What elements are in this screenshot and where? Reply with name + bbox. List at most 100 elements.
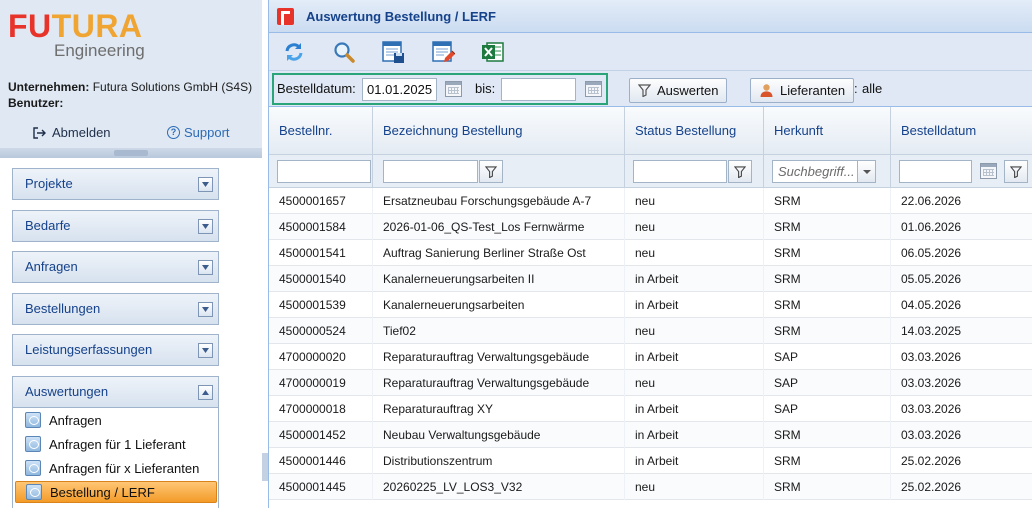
splitter-grip[interactable] bbox=[114, 150, 148, 156]
calendar-icon[interactable] bbox=[445, 81, 462, 97]
order-number-cell: 4500001657 bbox=[269, 188, 373, 214]
table-row[interactable]: 4500001445 20260225_LV_LOS3_V32 neu SRM 25.0… bbox=[269, 474, 1032, 500]
save-layout-button[interactable] bbox=[379, 38, 407, 66]
collapse-icon[interactable] bbox=[198, 385, 213, 400]
table-row[interactable]: 4500001584 2026-01-06_QS-Test_Los Fernwär… bbox=[269, 214, 1032, 240]
toolbar bbox=[269, 33, 1032, 71]
nav-section-leistungserfassungen[interactable]: Leistungserfassungen bbox=[12, 334, 219, 366]
description-cell: Auftrag Sanierung Berliner Straße Ost bbox=[373, 240, 625, 266]
expand-icon[interactable] bbox=[198, 219, 213, 234]
status-cell: neu bbox=[625, 370, 764, 396]
date-to-input[interactable] bbox=[501, 78, 576, 101]
column-header-order-number[interactable]: Bestellnr. bbox=[269, 107, 373, 155]
origin-filter-select[interactable]: Suchbegriff... bbox=[772, 160, 876, 183]
company-info: Unternehmen: Futura Solutions GmbH (S4S) bbox=[8, 80, 252, 94]
table-row[interactable]: 4700000019 Reparaturauftrag Verwaltungsge… bbox=[269, 370, 1032, 396]
nav-section-auswertungen[interactable]: Auswertungen bbox=[12, 376, 219, 408]
table-row[interactable]: 4700000020 Reparaturauftrag Verwaltungsge… bbox=[269, 344, 1032, 370]
order-date-cell: 03.03.2026 bbox=[891, 422, 1032, 448]
suppliers-label: Lieferanten bbox=[780, 83, 846, 98]
table-row[interactable]: 4500000524 Tief02 neu SRM 14.03.2025 bbox=[269, 318, 1032, 344]
status-cell: neu bbox=[625, 188, 764, 214]
edit-layout-button[interactable] bbox=[429, 38, 457, 66]
table-row[interactable]: 4500001657 Ersatzneubau Forschungsgebäude… bbox=[269, 188, 1032, 214]
nav-item-bestellung-lerf[interactable]: Bestellung / LERF bbox=[15, 481, 217, 503]
origin-filter-placeholder: Suchbegriff... bbox=[778, 164, 855, 179]
nav-section-anfragen[interactable]: Anfragen bbox=[12, 251, 219, 283]
origin-cell: SRM bbox=[764, 214, 891, 240]
suppliers-separator: : bbox=[854, 81, 858, 96]
nav-section-label: Auswertungen bbox=[25, 384, 109, 399]
table-row[interactable]: 4500001446 Distributionszentrum in Arbeit S… bbox=[269, 448, 1032, 474]
column-header-status[interactable]: Status Bestellung bbox=[625, 107, 764, 155]
description-cell: 20260225_LV_LOS3_V32 bbox=[373, 474, 625, 500]
auswertungen-items: Anfragen Anfragen für 1 Lieferant Anfrag… bbox=[12, 408, 219, 508]
status-cell: in Arbeit bbox=[625, 266, 764, 292]
column-header-description[interactable]: Bezeichnung Bestellung bbox=[373, 107, 625, 155]
table-row[interactable]: 4500001541 Auftrag Sanierung Berliner Str… bbox=[269, 240, 1032, 266]
evaluate-button[interactable]: Auswerten bbox=[629, 78, 728, 103]
order-number-cell: 4500001541 bbox=[269, 240, 373, 266]
description-cell: Tief02 bbox=[373, 318, 625, 344]
nav-section-label: Bestellungen bbox=[25, 301, 101, 316]
refresh-button[interactable] bbox=[280, 38, 308, 66]
logout-icon bbox=[33, 126, 46, 139]
nav-item-anfragen-1-lieferant[interactable]: Anfragen für 1 Lieferant bbox=[15, 433, 217, 455]
table-row[interactable]: 4500001539 Kanalerneuerungsarbeiten in Arb… bbox=[269, 292, 1032, 318]
calendar-icon[interactable] bbox=[585, 81, 602, 97]
order-date-filter-input[interactable] bbox=[899, 160, 972, 183]
date-from-input[interactable] bbox=[362, 78, 437, 101]
filter-icon[interactable] bbox=[1004, 160, 1028, 183]
status-cell: neu bbox=[625, 214, 764, 240]
nav-section-bedarfe[interactable]: Bedarfe bbox=[12, 210, 219, 242]
logout-label: Abmelden bbox=[52, 125, 111, 140]
nav-item-anfragen-x-lieferanten[interactable]: Anfragen für x Lieferanten bbox=[15, 457, 217, 479]
column-header-order-date[interactable]: Bestelldatum bbox=[891, 107, 1032, 155]
nav-section-bestellungen[interactable]: Bestellungen bbox=[12, 293, 219, 325]
nav-section-label: Anfragen bbox=[25, 259, 78, 274]
save-layout-icon bbox=[382, 41, 404, 63]
table-row[interactable]: 4500001540 Kanalerneuerungsarbeiten II in … bbox=[269, 266, 1032, 292]
logout-link[interactable]: Abmelden bbox=[33, 125, 111, 140]
status-filter-input[interactable] bbox=[633, 160, 727, 183]
calendar-icon[interactable] bbox=[980, 163, 997, 179]
nav-section-label: Leistungserfassungen bbox=[25, 342, 153, 357]
order-number-cell: 4500001540 bbox=[269, 266, 373, 292]
order-date-cell: 01.06.2026 bbox=[891, 214, 1032, 240]
description-cell: Reparaturauftrag Verwaltungsgebäude bbox=[373, 370, 625, 396]
search-icon bbox=[334, 42, 355, 63]
futura-app-icon bbox=[277, 7, 294, 25]
description-filter-input[interactable] bbox=[383, 160, 478, 183]
order-number-cell: 4500001446 bbox=[269, 448, 373, 474]
excel-export-button[interactable] bbox=[479, 38, 507, 66]
nav-section-projekte[interactable]: Projekte bbox=[12, 168, 219, 200]
filter-icon[interactable] bbox=[728, 160, 752, 183]
order-date-cell: 14.03.2025 bbox=[891, 318, 1032, 344]
suppliers-button[interactable]: Lieferanten bbox=[750, 78, 855, 103]
column-header-origin[interactable]: Herkunft bbox=[764, 107, 891, 155]
order-date-cell: 03.03.2026 bbox=[891, 396, 1032, 422]
order-date-label: Bestelldatum: bbox=[277, 81, 356, 96]
futura-logo: FUTURA bbox=[8, 8, 143, 44]
support-link[interactable]: ? Support bbox=[167, 125, 230, 140]
expand-icon[interactable] bbox=[198, 177, 213, 192]
order-number-filter-input[interactable] bbox=[277, 160, 371, 183]
order-number-cell: 4500001539 bbox=[269, 292, 373, 318]
sidebar-splitter[interactable] bbox=[0, 148, 262, 158]
chevron-down-icon[interactable] bbox=[857, 161, 875, 182]
expand-icon[interactable] bbox=[198, 260, 213, 275]
filter-icon[interactable] bbox=[479, 160, 503, 183]
grid-filter-row: Suchbegriff... bbox=[269, 155, 1032, 188]
expand-icon[interactable] bbox=[198, 302, 213, 317]
status-cell: neu bbox=[625, 318, 764, 344]
order-number-cell: 4700000018 bbox=[269, 396, 373, 422]
table-row[interactable]: 4500001452 Neubau Verwaltungsgebäude in Ar… bbox=[269, 422, 1032, 448]
nav-item-label: Bestellung / LERF bbox=[50, 484, 155, 500]
search-button[interactable] bbox=[330, 38, 358, 66]
order-number-cell: 4700000020 bbox=[269, 344, 373, 370]
origin-cell: SRM bbox=[764, 422, 891, 448]
table-row[interactable]: 4700000018 Reparaturauftrag XY in Arbeit SA… bbox=[269, 396, 1032, 422]
description-cell: Kanalerneuerungsarbeiten bbox=[373, 292, 625, 318]
nav-item-anfragen[interactable]: Anfragen bbox=[15, 409, 217, 431]
expand-icon[interactable] bbox=[198, 343, 213, 358]
